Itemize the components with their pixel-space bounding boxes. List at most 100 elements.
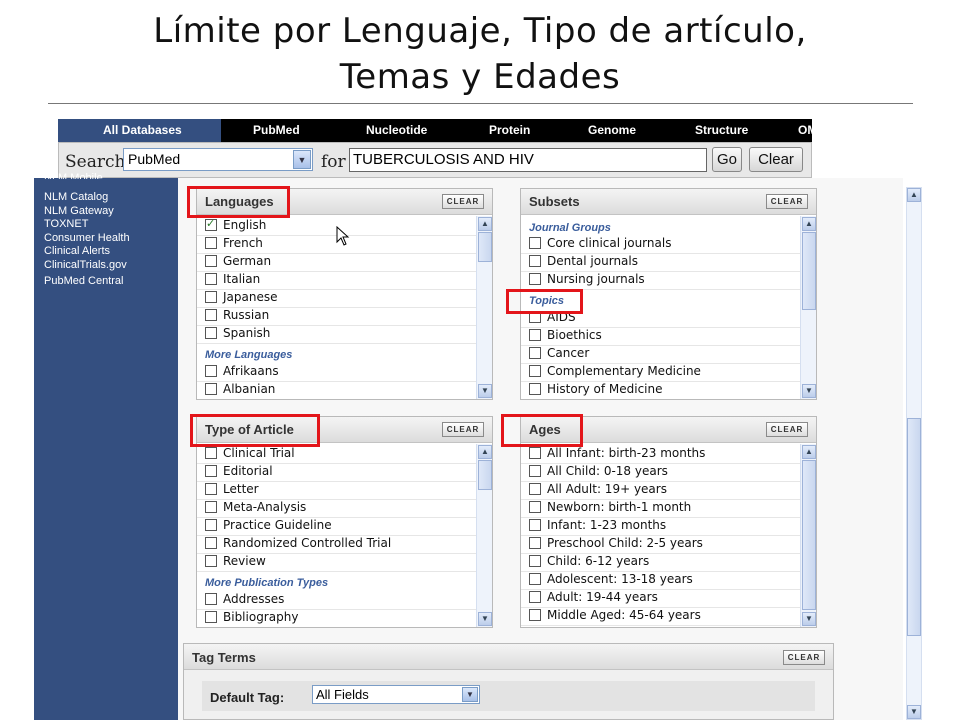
age-option-all-adult[interactable]: All Adult: 19+ years (521, 482, 800, 500)
subset-option-nursing[interactable]: Nursing journals (521, 272, 800, 290)
language-option-german[interactable]: German (197, 254, 476, 272)
checkbox-icon[interactable] (529, 383, 541, 395)
age-option-infant[interactable]: Infant: 1-23 months (521, 518, 800, 536)
subset-option-core-clinical[interactable]: Core clinical journals (521, 236, 800, 254)
language-option-italian[interactable]: Italian (197, 272, 476, 290)
scroll-up-icon[interactable]: ▲ (478, 445, 492, 459)
checkbox-icon[interactable] (529, 447, 541, 459)
ages-scrollbar[interactable]: ▲ ▼ (800, 444, 816, 627)
age-option-all-infant[interactable]: All Infant: birth-23 months (521, 446, 800, 464)
tab-protein[interactable]: Protein (489, 119, 530, 142)
subset-option-complementary[interactable]: Complementary Medicine (521, 364, 800, 382)
scroll-down-icon[interactable]: ▼ (802, 384, 816, 398)
sidebar-item-nlm-gateway[interactable]: NLM Gateway (44, 205, 114, 217)
checkbox-icon[interactable] (529, 537, 541, 549)
checkbox-icon[interactable] (529, 237, 541, 249)
checkbox-icon[interactable] (205, 309, 217, 321)
article-type-clinical-trial[interactable]: Clinical Trial (197, 446, 476, 464)
age-option-adolescent[interactable]: Adolescent: 13-18 years (521, 572, 800, 590)
scroll-up-icon[interactable]: ▲ (907, 188, 921, 202)
article-type-bibliography[interactable]: Bibliography (197, 610, 476, 627)
article-type-letter[interactable]: Letter (197, 482, 476, 500)
page-scrollbar[interactable]: ▲ ▼ (906, 187, 922, 720)
language-option-afrikaans[interactable]: Afrikaans (197, 364, 476, 382)
scroll-thumb[interactable] (802, 460, 816, 610)
sidebar-item-consumer-health[interactable]: Consumer Health (44, 232, 130, 244)
checkbox-icon[interactable] (529, 591, 541, 603)
go-button[interactable]: Go (712, 147, 742, 172)
checkbox-icon[interactable] (529, 365, 541, 377)
age-option-all-child[interactable]: All Child: 0-18 years (521, 464, 800, 482)
article-type-practice-guideline[interactable]: Practice Guideline (197, 518, 476, 536)
tab-all-databases[interactable]: All Databases (58, 119, 221, 142)
type-of-article-clear-button[interactable]: CLEAR (442, 422, 484, 437)
subsets-clear-button[interactable]: CLEAR (766, 194, 808, 209)
age-option-adult[interactable]: Adult: 19-44 years (521, 590, 800, 608)
search-input[interactable]: TUBERCULOSIS AND HIV (349, 148, 707, 172)
scroll-thumb[interactable] (802, 232, 816, 310)
sidebar-item-nlm-catalog[interactable]: NLM Catalog (44, 191, 108, 203)
checkbox-icon[interactable] (205, 537, 217, 549)
article-type-meta-analysis[interactable]: Meta-Analysis (197, 500, 476, 518)
checkbox-icon[interactable] (529, 329, 541, 341)
checkbox-icon[interactable] (529, 555, 541, 567)
clear-search-button[interactable]: Clear (749, 147, 803, 172)
checkbox-icon[interactable] (205, 593, 217, 605)
checkbox-icon[interactable] (205, 365, 217, 377)
article-type-addresses[interactable]: Addresses (197, 592, 476, 610)
checkbox-icon[interactable] (529, 519, 541, 531)
scroll-thumb[interactable] (907, 418, 921, 636)
subset-option-cancer[interactable]: Cancer (521, 346, 800, 364)
chevron-down-icon[interactable]: ▼ (462, 687, 478, 702)
subset-option-history[interactable]: History of Medicine (521, 382, 800, 399)
subset-option-bioethics[interactable]: Bioethics (521, 328, 800, 346)
scroll-thumb[interactable] (478, 460, 492, 490)
language-option-spanish[interactable]: Spanish (197, 326, 476, 344)
tab-pubmed[interactable]: PubMed (253, 119, 300, 142)
tab-omim[interactable]: OM (798, 119, 812, 142)
tab-genome[interactable]: Genome (588, 119, 636, 142)
age-option-middle-aged[interactable]: Middle Aged: 45-64 years (521, 608, 800, 626)
sidebar-item-toxnet[interactable]: TOXNET (44, 218, 88, 230)
checkbox-icon[interactable] (205, 383, 217, 395)
sidebar-item-clinical-alerts[interactable]: Clinical Alerts (44, 245, 110, 257)
age-option-child[interactable]: Child: 6-12 years (521, 554, 800, 572)
checkbox-icon[interactable] (205, 237, 217, 249)
checkbox-icon[interactable] (205, 273, 217, 285)
scroll-up-icon[interactable]: ▲ (478, 217, 492, 231)
checkbox-icon[interactable] (205, 611, 217, 623)
language-option-albanian[interactable]: Albanian (197, 382, 476, 399)
scroll-down-icon[interactable]: ▼ (802, 612, 816, 626)
checkbox-icon[interactable] (529, 609, 541, 621)
chevron-down-icon[interactable]: ▼ (293, 150, 311, 169)
article-type-review[interactable]: Review (197, 554, 476, 572)
checkbox-icon[interactable] (529, 347, 541, 359)
languages-scrollbar[interactable]: ▲ ▼ (476, 216, 492, 399)
ages-clear-button[interactable]: CLEAR (766, 422, 808, 437)
checkbox-icon[interactable] (529, 501, 541, 513)
scroll-down-icon[interactable]: ▼ (907, 705, 921, 719)
default-tag-select[interactable]: All Fields ▼ (312, 685, 480, 704)
scroll-up-icon[interactable]: ▲ (802, 445, 816, 459)
checkbox-icon[interactable] (205, 555, 217, 567)
checkbox-icon[interactable] (205, 483, 217, 495)
sidebar-item-nlm-mobile[interactable]: NLM Mobile (44, 172, 103, 179)
language-option-russian[interactable]: Russian (197, 308, 476, 326)
checkbox-icon[interactable] (529, 573, 541, 585)
checkbox-icon[interactable] (205, 501, 217, 513)
checkbox-icon[interactable] (205, 465, 217, 477)
tab-nucleotide[interactable]: Nucleotide (366, 119, 427, 142)
article-type-rct[interactable]: Randomized Controlled Trial (197, 536, 476, 554)
tag-terms-clear-button[interactable]: CLEAR (783, 650, 825, 665)
checkbox-icon[interactable] (529, 255, 541, 267)
scroll-thumb[interactable] (478, 232, 492, 262)
scroll-down-icon[interactable]: ▼ (478, 384, 492, 398)
checkbox-icon[interactable] (205, 291, 217, 303)
checkbox-icon[interactable] (529, 483, 541, 495)
database-select[interactable]: PubMed ▼ (123, 148, 313, 171)
tab-structure[interactable]: Structure (695, 119, 748, 142)
subset-option-dental[interactable]: Dental journals (521, 254, 800, 272)
checked-checkbox-icon[interactable] (205, 217, 217, 231)
language-option-japanese[interactable]: Japanese (197, 290, 476, 308)
scroll-down-icon[interactable]: ▼ (478, 612, 492, 626)
